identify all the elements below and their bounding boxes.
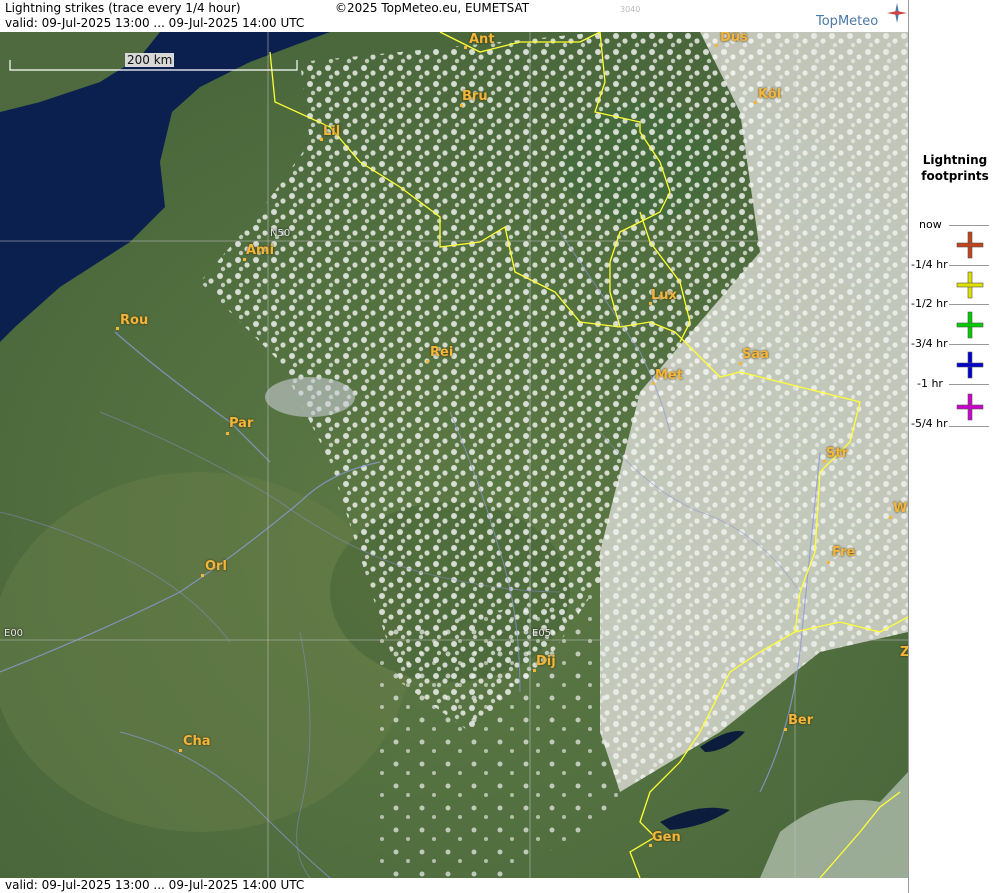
city-marker xyxy=(226,432,229,435)
valid-time-top: valid: 09-Jul-2025 13:00 ... 09-Jul-2025… xyxy=(5,16,305,30)
legend-panel: Lightning footprints now -1/4 hr -1/2 hr… xyxy=(908,0,1000,893)
city-brussels: Bru xyxy=(462,89,488,104)
legend-divider xyxy=(949,426,989,427)
city-lille: Lil xyxy=(323,124,341,139)
city-dijon: Dij xyxy=(536,654,556,669)
city-strasbourg: Str xyxy=(826,446,848,461)
city-rouen: Rou xyxy=(120,313,149,328)
city-paris: Par xyxy=(229,416,254,431)
grid-label-e05: E05 xyxy=(532,628,552,639)
legend-label: -1 hr xyxy=(917,377,943,390)
map-title: Lightning strikes (trace every 1/4 hour) xyxy=(5,1,241,15)
city-marker xyxy=(116,327,119,330)
map-canvas xyxy=(0,32,908,878)
lightning-cross-icon xyxy=(956,393,984,421)
legend-title: Lightning footprints xyxy=(921,153,989,183)
city-amiens: Ami xyxy=(246,243,275,258)
legend-label: -5/4 hr xyxy=(911,417,948,430)
city-chateauroux: Cha xyxy=(183,734,211,749)
valid-time-bottom: valid: 09-Jul-2025 13:00 ... 09-Jul-2025… xyxy=(5,878,305,892)
city-marker xyxy=(243,258,246,261)
city-metz: Met xyxy=(655,368,683,383)
city-marker xyxy=(426,360,429,363)
city-marker xyxy=(460,104,463,107)
city-z: Z xyxy=(900,645,908,660)
lightning-cross-icon xyxy=(956,311,984,339)
legend-label: -3/4 hr xyxy=(911,337,948,350)
city-marker xyxy=(464,46,467,49)
satellite-map[interactable]: 200 km N50 E00 E05 Ant Düs Bru Köl Lil A… xyxy=(0,32,908,878)
footer-bar: valid: 09-Jul-2025 13:00 ... 09-Jul-2025… xyxy=(0,878,908,893)
city-freiburg: Fre xyxy=(832,545,856,560)
city-marker xyxy=(533,669,536,672)
city-marker xyxy=(889,516,892,519)
legend-label: -1/2 hr xyxy=(911,297,948,310)
city-antwerp: Ant xyxy=(469,32,495,47)
legend-divider xyxy=(949,344,989,345)
scale-label: 200 km xyxy=(125,53,175,67)
compass-logo-icon xyxy=(887,3,907,23)
legend-divider xyxy=(949,225,989,226)
city-dusseldorf: Düs xyxy=(720,32,748,45)
city-marker xyxy=(754,101,757,104)
header-bar: Lightning strikes (trace every 1/4 hour)… xyxy=(0,0,908,32)
city-reims: Rei xyxy=(430,345,454,360)
grid-label-e00: E00 xyxy=(4,628,24,639)
city-marker xyxy=(739,362,742,365)
lightning-cross-icon xyxy=(956,351,984,379)
city-bern: Ber xyxy=(788,713,814,728)
legend-label: now xyxy=(919,218,942,231)
product-code: 3040 xyxy=(620,5,641,14)
city-marker xyxy=(784,728,787,731)
lightning-cross-icon xyxy=(956,271,984,299)
city-luxembourg: Lux xyxy=(651,288,677,303)
city-marker xyxy=(179,749,182,752)
legend-row-five-quarter: -5/4 hr xyxy=(909,393,1000,438)
grid-label-n50: N50 xyxy=(270,228,291,239)
city-orleans: Orl xyxy=(205,559,227,574)
brand-name: TopMeteo xyxy=(816,14,879,29)
legend-label: -1/4 hr xyxy=(911,258,948,271)
city-marker xyxy=(715,44,718,47)
city-koln: Köl xyxy=(758,87,782,102)
city-marker xyxy=(827,561,830,564)
legend-divider xyxy=(949,304,989,305)
city-saarbrucken: Saa xyxy=(742,347,769,362)
city-geneva: Gen xyxy=(652,830,681,845)
city-w: W xyxy=(893,501,908,516)
lightning-cross-icon xyxy=(956,231,984,259)
copyright: ©2025 TopMeteo.eu, EUMETSAT xyxy=(335,1,530,15)
city-marker xyxy=(201,574,204,577)
legend-divider xyxy=(949,384,989,385)
legend-divider xyxy=(949,265,989,266)
